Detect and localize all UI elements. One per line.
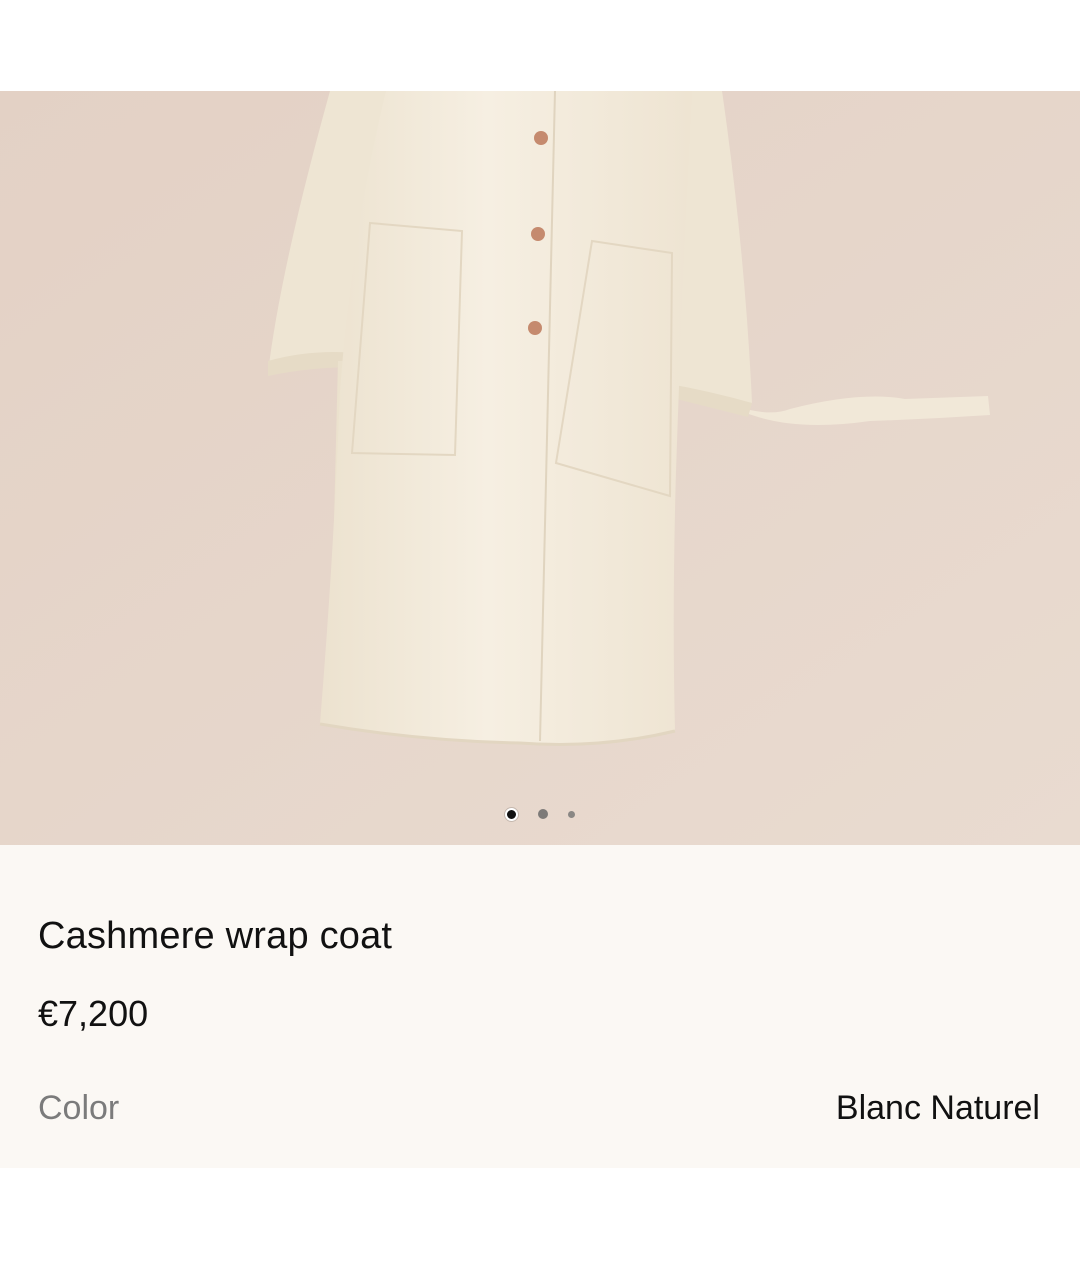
- carousel-dot-3[interactable]: [568, 810, 575, 818]
- color-label: Color: [38, 1089, 120, 1127]
- product-info-panel: Cashmere wrap coat €7,200 Color Blanc Na…: [0, 845, 1080, 1168]
- carousel-pagination: [0, 806, 1080, 822]
- product-detail-page: Cashmere wrap coat €7,200 Color Blanc Na…: [0, 0, 1080, 1280]
- product-title: Cashmere wrap coat: [38, 915, 393, 957]
- product-photo: [0, 91, 1080, 845]
- carousel-dot-1[interactable]: [505, 807, 518, 821]
- product-price: €7,200: [38, 993, 149, 1034]
- color-value: Blanc Naturel: [835, 1089, 1040, 1127]
- product-image-carousel[interactable]: [0, 91, 1080, 845]
- carousel-dot-2[interactable]: [538, 809, 548, 819]
- color-row[interactable]: Color Blanc Naturel: [38, 1089, 1040, 1128]
